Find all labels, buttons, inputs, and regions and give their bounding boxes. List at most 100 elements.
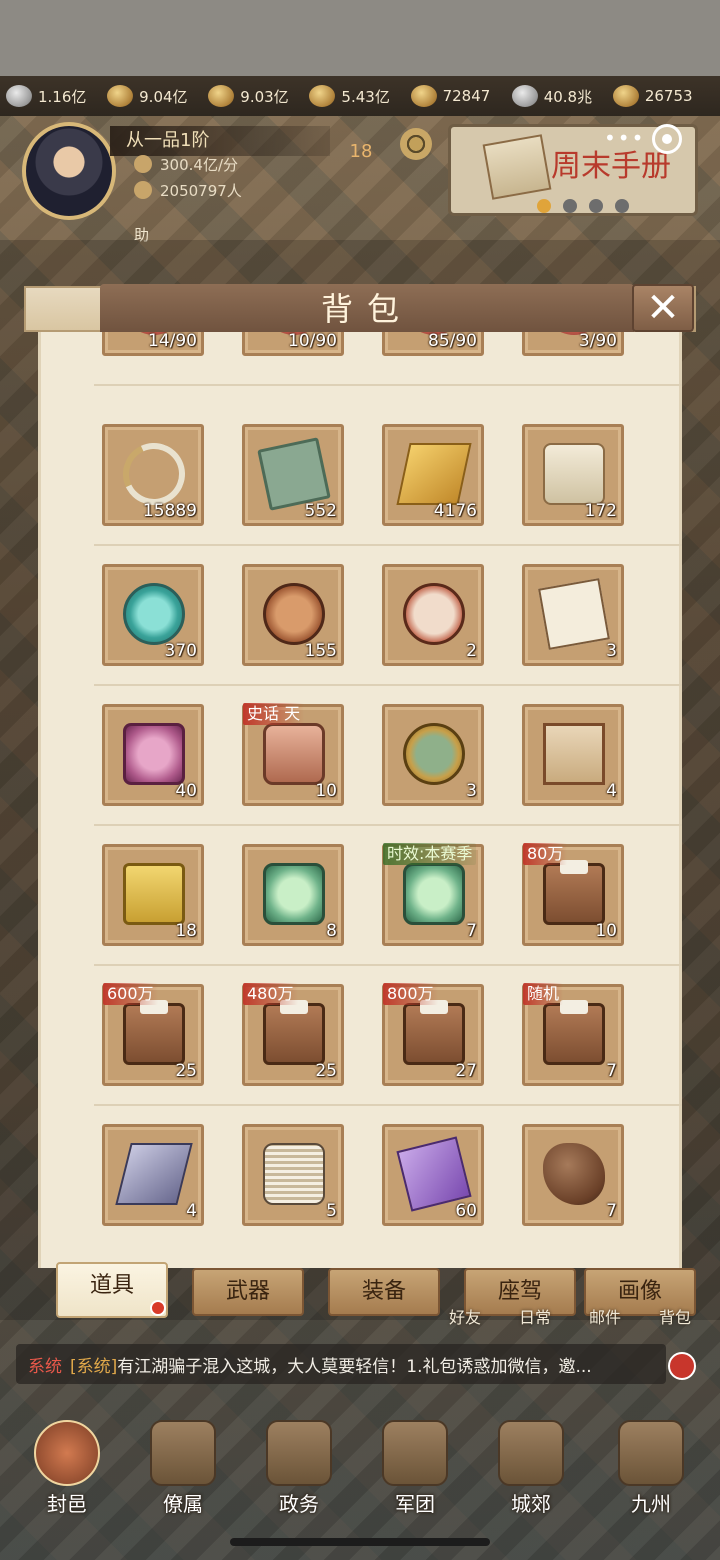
chat-bar[interactable]: 系统 [系统] 有江湖骗子混入这城，大人莫要轻信！1.礼包诱惑加微信，邀...: [16, 1344, 666, 1384]
resource-value: 9.03亿: [240, 87, 289, 106]
item-slot[interactable]: 14/90: [102, 332, 204, 356]
item-slot[interactable]: 552: [242, 424, 344, 526]
resource-value: 9.04亿: [139, 87, 188, 106]
item-slot[interactable]: 时效:本赛季 7: [382, 843, 484, 946]
item-count: 10: [595, 921, 617, 941]
item-count: 4: [606, 781, 617, 801]
nav-fief[interactable]: 封邑: [12, 1410, 122, 1520]
item-slot[interactable]: 800万 27: [382, 983, 484, 1086]
close-button[interactable]: ✕: [632, 284, 694, 332]
resource-silver[interactable]: 1.16亿: [6, 76, 107, 116]
pager-dot[interactable]: [589, 199, 603, 213]
item-slot[interactable]: 4: [102, 1124, 204, 1226]
suburbs-icon: [498, 1420, 564, 1486]
resource-value: 5.43亿: [341, 87, 390, 106]
item-row: 18 8 时效:本赛季 7 80万 10: [94, 826, 682, 966]
pager-dot[interactable]: [615, 199, 629, 213]
item-slot[interactable]: 4176: [382, 424, 484, 526]
item-count: 4: [186, 1201, 197, 1221]
nav-suburbs[interactable]: 城郊: [476, 1410, 586, 1520]
item-row: 15889 552 4176 172: [94, 406, 682, 546]
item-slot[interactable]: 18: [102, 844, 204, 946]
item-count: 40: [175, 781, 197, 801]
home-indicator[interactable]: [230, 1538, 490, 1546]
pager-dot[interactable]: [563, 199, 577, 213]
item-slot[interactable]: 10/90: [242, 332, 344, 356]
drum-item-icon: [403, 583, 465, 645]
nav-legion[interactable]: 军团: [360, 1410, 470, 1520]
resource-soldier[interactable]: 9.03亿: [208, 76, 309, 116]
chat-toggle-icon[interactable]: [668, 1352, 696, 1380]
item-slot[interactable]: 155: [242, 564, 344, 666]
daily-link[interactable]: 日常: [519, 1304, 551, 1334]
red-token-item-icon: [263, 723, 325, 785]
item-slot[interactable]: 3: [382, 704, 484, 806]
nav-affairs[interactable]: 政务: [244, 1410, 354, 1520]
nav-staff[interactable]: 僚属: [128, 1410, 238, 1520]
banner-pager: [537, 199, 629, 213]
item-slot[interactable]: 85/90: [382, 332, 484, 356]
grain-icon: [107, 85, 134, 107]
nav-label: 封邑: [47, 1492, 87, 1516]
item-slot[interactable]: 60: [382, 1124, 484, 1226]
item-slot[interactable]: 7: [522, 1124, 624, 1226]
tab-equipment[interactable]: 装备: [328, 1268, 440, 1316]
green-token-season-item-icon: [403, 863, 465, 925]
item-count: 18: [175, 921, 197, 941]
pager-dot[interactable]: [537, 199, 551, 213]
item-count: 3/90: [578, 332, 617, 351]
chest-item-icon: [543, 1000, 605, 1065]
item-slot[interactable]: 史话 天 10: [242, 703, 344, 806]
income-icon: [134, 155, 152, 173]
bronze-coin-item-icon: [263, 583, 325, 645]
item-slot[interactable]: 15889: [102, 424, 204, 526]
item-slot[interactable]: 172: [522, 424, 624, 526]
chat-message: 有江湖骗子混入这城，大人莫要轻信！1.礼包诱惑加微信，邀...: [117, 1356, 592, 1377]
income-value: 300.4亿/分: [160, 155, 238, 174]
item-slot[interactable]: 8: [242, 844, 344, 946]
exit-target-icon[interactable]: [652, 124, 682, 154]
item-slot[interactable]: 随机 7: [522, 983, 624, 1086]
friends-link[interactable]: 好友: [449, 1304, 481, 1334]
nav-nine-provinces[interactable]: 九州: [596, 1410, 706, 1520]
item-slot[interactable]: 40: [102, 704, 204, 806]
backpack-link[interactable]: 背包: [659, 1304, 691, 1334]
item-tag: 80万: [523, 843, 568, 865]
iron-ingot-item-icon: [115, 1143, 193, 1205]
resource-ingot[interactable]: 26753: [612, 76, 714, 116]
income-rate: 300.4亿/分: [134, 152, 334, 176]
item-slot[interactable]: 2: [382, 564, 484, 666]
item-slot[interactable]: 370: [102, 564, 204, 666]
resource-copper-coin[interactable]: 40.8兆: [511, 76, 613, 116]
coin-upgrade-icon[interactable]: [400, 128, 432, 160]
item-count: 14/90: [148, 332, 197, 351]
item-tag: 480万: [243, 983, 298, 1005]
scroll-hammer-item-icon: [543, 443, 605, 505]
mail-link[interactable]: 邮件: [589, 1304, 621, 1334]
item-grid[interactable]: 14/90 10/90 85/90 3/90 15889 552 4176 17…: [38, 332, 682, 1268]
item-slot[interactable]: 5: [242, 1124, 344, 1226]
item-slot[interactable]: 600万 25: [102, 983, 204, 1086]
more-icon[interactable]: •••: [604, 126, 645, 150]
resource-coin-sack[interactable]: 5.43亿: [309, 76, 410, 116]
population-value: 2050797人: [160, 181, 242, 200]
system-status-bar: [0, 0, 720, 76]
map-scroll-item-icon: [543, 723, 605, 785]
item-slot[interactable]: 3: [522, 564, 624, 666]
item-tag: 时效:本赛季: [383, 843, 477, 865]
player-avatar[interactable]: [22, 122, 116, 220]
item-slot[interactable]: 480万 25: [242, 983, 344, 1086]
tab-weapons[interactable]: 武器: [192, 1268, 304, 1316]
resource-value: 26753: [644, 87, 693, 105]
item-count: 27: [455, 1061, 477, 1081]
quick-links: 好友 日常 邮件 背包: [430, 1304, 710, 1334]
nav-label: 九州: [631, 1492, 671, 1516]
item-slot[interactable]: 80万 10: [522, 843, 624, 946]
resource-grain[interactable]: 9.04亿: [107, 76, 208, 116]
chat-channel: 系统: [28, 1356, 62, 1377]
item-slot[interactable]: 3/90: [522, 332, 624, 356]
item-slot[interactable]: 4: [522, 704, 624, 806]
nav-label: 僚属: [163, 1492, 203, 1516]
resource-gold-coin[interactable]: 72847: [410, 76, 512, 116]
item-tag: 800万: [383, 983, 438, 1005]
